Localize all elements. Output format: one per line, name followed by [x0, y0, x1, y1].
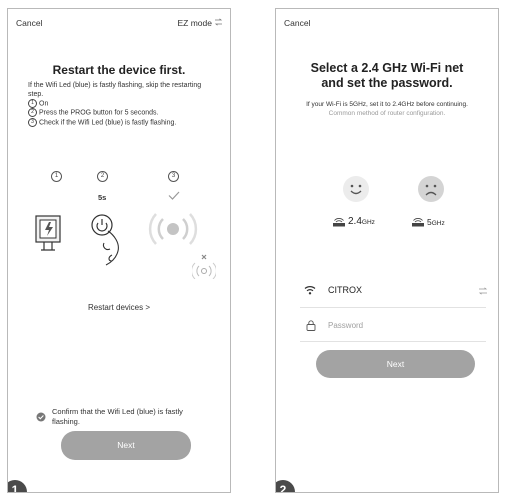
page-title: Restart the device first.	[52, 63, 186, 77]
illustration-step-1: 1	[51, 171, 62, 182]
band-5ghz-unit: GHz	[431, 220, 445, 227]
restart-devices-link[interactable]: Restart devices >	[8, 303, 230, 312]
password-underline	[300, 341, 486, 342]
switch-network-icon[interactable]	[478, 287, 488, 295]
step-1-marker: 1	[28, 99, 37, 108]
band-2-4ghz-unit: GHz	[361, 219, 375, 226]
check-icon	[168, 191, 180, 200]
band-5ghz-label: 5GHz	[427, 217, 445, 227]
router-config-link[interactable]: Common method of router configuration.	[329, 110, 446, 117]
step-2-marker: 2	[28, 108, 37, 118]
cancel-button[interactable]: Cancel	[284, 18, 310, 28]
band-note-text: If your Wi-Fi is 5GHz, set it to 2.4GHz …	[306, 101, 468, 108]
step-3-line: 3 Check if the Wifi Led (blue) is fastly …	[28, 117, 218, 127]
press-button-hand-icon	[91, 214, 119, 266]
cancel-button[interactable]: Cancel	[16, 18, 42, 28]
step-3-marker: 3	[28, 117, 37, 127]
screen-select-wifi: Cancel Select a 2.4 GHz Wi-Fi net and se…	[275, 8, 499, 493]
screen-restart-device: Cancel EZ mode Restart the device first.…	[7, 8, 231, 493]
password-input[interactable]: Password	[328, 321, 363, 330]
confirm-checkbox[interactable]	[36, 412, 46, 422]
screenshot-badge-1: 1	[8, 480, 27, 492]
wifi-led-flashing-icon	[148, 213, 198, 245]
wifi-led-off-icon	[192, 254, 216, 279]
illustration-step-2: 2	[97, 171, 108, 182]
wifi-ssid-field[interactable]: CITROX	[328, 285, 362, 295]
band-2-4ghz-value: 2.4	[348, 216, 362, 227]
next-button[interactable]: Next	[61, 431, 191, 460]
screenshot-badge-2: 2	[276, 480, 295, 492]
router-icon-2-4ghz	[333, 218, 345, 227]
step-1-line: 1 On	[28, 99, 218, 108]
step-2-line: 2 Press the PROG button for 5 seconds.	[28, 108, 218, 118]
wifi-icon	[304, 286, 316, 295]
ez-mode-button[interactable]: EZ mode	[178, 18, 213, 28]
step-1-text: On	[39, 100, 49, 108]
next-button[interactable]: Next	[316, 350, 475, 378]
happy-face-icon	[343, 176, 369, 202]
ssid-underline	[300, 307, 486, 308]
timer-label: 5s	[98, 193, 107, 202]
intro-text: If the Wifi Led (blue) is fastly flashin…	[28, 82, 202, 98]
band-2-4ghz-label: 2.4GHz	[348, 216, 375, 227]
confirm-label: Confirm that the Wifi Led (blue) is fast…	[52, 407, 183, 426]
lock-icon	[306, 320, 316, 331]
smart-plug-icon	[35, 215, 61, 251]
illustration-step-3: 3	[168, 171, 179, 182]
router-icon-5ghz	[412, 218, 424, 227]
switch-mode-icon[interactable]	[214, 18, 223, 26]
band-note: If your Wi-Fi is 5GHz, set it to 2.4GHz …	[306, 101, 468, 118]
step-3-text: Check if the Wifi Led (blue) is fastly f…	[39, 119, 177, 127]
instructions: If the Wifi Led (blue) is fastly flashin…	[28, 81, 218, 127]
step-2-text: Press the PROG button for 5 seconds.	[39, 109, 159, 117]
sad-face-icon	[418, 176, 444, 202]
page-title: Select a 2.4 GHz Wi-Fi net and set the p…	[310, 61, 464, 90]
